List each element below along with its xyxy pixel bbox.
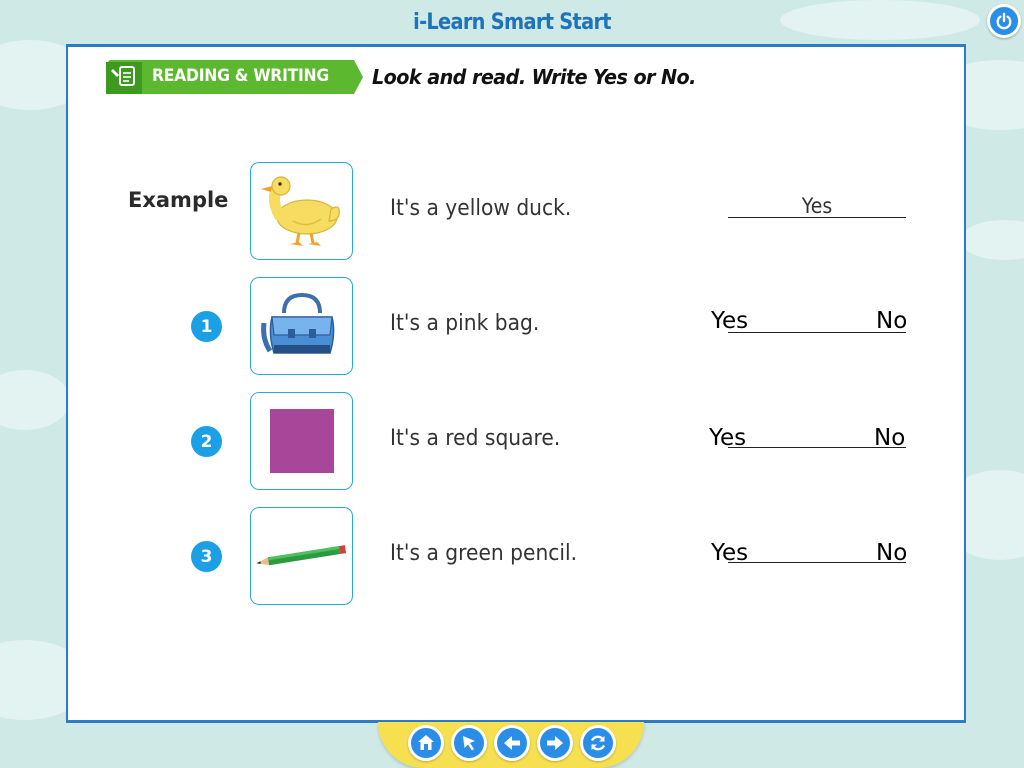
answer-line[interactable] [728,447,906,448]
yes-option[interactable]: Yes [711,308,748,334]
power-button[interactable] [987,4,1021,38]
bottom-nav-bar [378,722,644,768]
home-button[interactable] [408,725,444,761]
home-icon [418,735,434,750]
forward-arrow-icon [547,736,563,750]
worksheet-page: READING & WRITING Look and read. Write Y… [66,44,966,723]
question-number: 1 [191,311,222,342]
answer-line [728,217,906,218]
pencil-paper-icon [110,64,140,95]
bag-image [260,292,334,354]
sentence-text: It's a pink bag. [390,311,540,336]
picture-box [250,162,353,260]
sentence-text: It's a red square. [390,426,561,451]
forward-button[interactable] [537,725,573,761]
refresh-icon [590,735,606,751]
refresh-button[interactable] [580,725,616,761]
question-row: 3 It's a green pencil. Yes No [68,506,964,606]
question-row: 2 It's a red square. Yes No [68,391,964,491]
duck-image [260,176,340,246]
answer-line[interactable] [728,332,906,333]
pencil-image [256,545,346,566]
section-badge: READING & WRITING [102,58,365,96]
app-title: i-Learn Smart Start [413,10,611,35]
background-cloud [960,220,1024,260]
pointer-button[interactable] [451,725,487,761]
example-answer: Yes [801,194,833,218]
answer-line[interactable] [728,562,906,563]
background-cloud [0,370,70,430]
power-icon [996,12,1012,30]
picture-box [250,392,353,490]
example-row: Example It's a yellow duck. Yes [68,161,964,261]
picture-box [250,277,353,375]
instruction-text: Look and read. Write Yes or No. [372,65,696,89]
sentence-text: It's a green pencil. [390,541,578,566]
picture-box [250,507,353,605]
badge-label: READING & WRITING [152,66,329,86]
question-number: 3 [191,541,222,572]
pointer-icon [463,736,475,751]
square-image [269,409,334,473]
back-button[interactable] [494,725,530,761]
no-option[interactable]: No [876,308,907,334]
example-label: Example [128,188,229,212]
sentence-text: It's a yellow duck. [390,196,572,221]
question-number: 2 [191,426,222,457]
back-arrow-icon [504,736,520,750]
question-row: 1 It's a pink bag. Yes No [68,276,964,376]
